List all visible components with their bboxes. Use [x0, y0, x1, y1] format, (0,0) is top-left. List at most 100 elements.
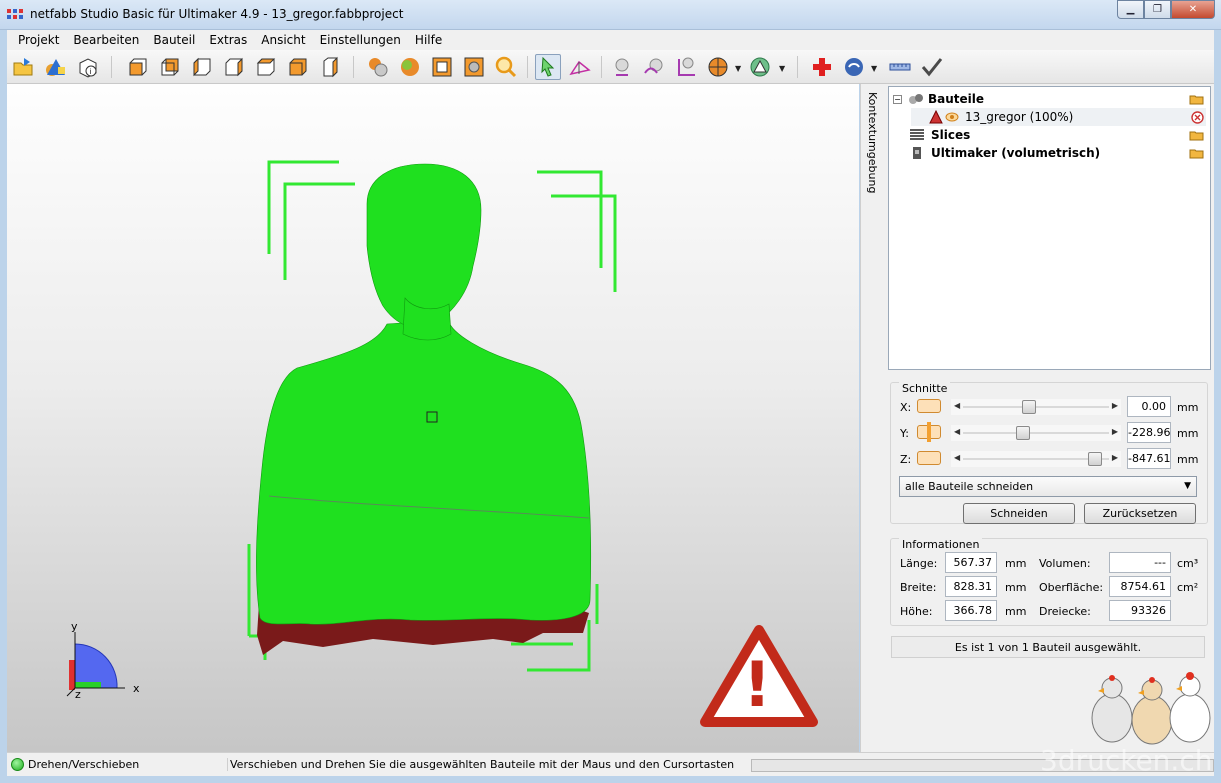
- open-machine-folder-icon[interactable]: [1189, 147, 1204, 159]
- title-bar: netfabb Studio Basic für Ultimaker 4.9 -…: [0, 0, 1221, 30]
- check-button[interactable]: [919, 54, 945, 80]
- menu-bar: Projekt Bearbeiten Bauteil Extras Ansich…: [7, 30, 1214, 50]
- maximize-button[interactable]: ❐: [1144, 0, 1171, 19]
- move-icon: [615, 58, 629, 76]
- menu-bauteil[interactable]: Bauteil: [146, 33, 202, 47]
- cut-x-slider[interactable]: ◀ ▶: [951, 399, 1121, 415]
- tree-item-machine[interactable]: Ultimaker (volumetrisch): [909, 144, 1100, 162]
- cut-button[interactable]: Schneiden: [963, 503, 1075, 524]
- cut-z-field[interactable]: -847.61: [1127, 448, 1171, 469]
- open-folder-icon[interactable]: [1189, 93, 1204, 105]
- select-arrow-button[interactable]: [535, 54, 561, 80]
- menu-projekt[interactable]: Projekt: [11, 33, 66, 47]
- parts-icon: [909, 94, 923, 104]
- chevron-down-icon: ▼: [1184, 481, 1191, 491]
- minimize-button[interactable]: ▁: [1117, 0, 1144, 19]
- tree-item-slices[interactable]: Slices: [909, 126, 970, 144]
- open-slices-folder-icon[interactable]: [1189, 129, 1204, 141]
- zoom-button[interactable]: [493, 54, 519, 80]
- render-wireframe-button[interactable]: [429, 54, 455, 80]
- tree-machine-label: Ultimaker (volumetrisch): [931, 146, 1101, 160]
- view-left-button[interactable]: [189, 54, 215, 80]
- cut-x-label: X:: [900, 401, 912, 414]
- right-panel: − Bauteile 13_gregor (100%) Slices Ultim…: [886, 84, 1214, 752]
- visibility-eye-icon[interactable]: [945, 111, 959, 123]
- cut-y-field[interactable]: -228.96: [1127, 422, 1171, 443]
- cut-z-plane-icon[interactable]: [917, 451, 941, 465]
- view-bottom-button[interactable]: [285, 54, 311, 80]
- color-dropdown-caret[interactable]: ▼: [735, 64, 741, 73]
- 3d-viewport[interactable]: y x z !: [7, 84, 859, 752]
- color-icon: [708, 57, 728, 77]
- slider-thumb[interactable]: [1088, 452, 1103, 466]
- close-button[interactable]: ✕: [1171, 0, 1215, 19]
- cut-z-slider[interactable]: ◀ ▶: [951, 451, 1121, 467]
- slider-left-arrow[interactable]: ◀: [954, 427, 960, 436]
- menu-hilfe[interactable]: Hilfe: [408, 33, 449, 47]
- surface-label: Oberfläche:: [1039, 581, 1104, 594]
- view-right-icon: [225, 57, 243, 77]
- netfabb-logo-icon: [7, 9, 23, 19]
- height-unit: mm: [1005, 605, 1027, 618]
- toolbar-separator: [527, 56, 528, 78]
- slider-thumb[interactable]: [1015, 426, 1030, 440]
- context-side-tab[interactable]: Kontextumgebung: [860, 84, 886, 752]
- render-solid-button[interactable]: [397, 54, 423, 80]
- information-group: Informationen Länge: 567.37 mm Breite: 8…: [890, 538, 1208, 626]
- maximize-icon: ❐: [1153, 4, 1162, 15]
- menu-ansicht[interactable]: Ansicht: [254, 33, 312, 47]
- repair-cross-icon: [813, 58, 831, 76]
- zoom-icon: [495, 56, 517, 78]
- view-back-button[interactable]: [157, 54, 183, 80]
- length-field: 567.37: [945, 552, 997, 573]
- view-front-button[interactable]: [125, 54, 151, 80]
- ruler-button[interactable]: [887, 54, 913, 80]
- shell-button[interactable]: [841, 54, 867, 80]
- reset-button[interactable]: Zurücksetzen: [1084, 503, 1196, 524]
- add-part-button[interactable]: [43, 54, 69, 80]
- length-label: Länge:: [900, 557, 938, 570]
- render-spheres-button[interactable]: [365, 54, 391, 80]
- measure-plane-button[interactable]: [567, 54, 593, 80]
- cut-x-plane-icon[interactable]: [917, 399, 941, 413]
- view-right-button[interactable]: [221, 54, 247, 80]
- tree-item-part[interactable]: 13_gregor (100%): [911, 108, 1206, 126]
- render-cube-button[interactable]: [461, 54, 487, 80]
- collapse-icon[interactable]: −: [893, 94, 902, 104]
- remove-part-icon[interactable]: [1191, 111, 1204, 124]
- menu-einstellungen[interactable]: Einstellungen: [313, 33, 408, 47]
- view-top-icon: [256, 58, 276, 76]
- cut-y-plane-icon[interactable]: [917, 422, 941, 442]
- color-button[interactable]: [705, 54, 731, 80]
- repair-warning-button[interactable]: [747, 54, 773, 80]
- part-info-button[interactable]: i: [75, 54, 101, 80]
- view-perspective-button[interactable]: [317, 54, 343, 80]
- slider-thumb[interactable]: [1022, 400, 1037, 414]
- cut-y-slider[interactable]: ◀ ▶: [951, 425, 1121, 441]
- side-tab-label: Kontextumgebung: [866, 92, 879, 194]
- menu-extras[interactable]: Extras: [202, 33, 254, 47]
- cut-x-unit: mm: [1177, 401, 1199, 414]
- shell-dropdown-caret[interactable]: ▼: [871, 64, 877, 73]
- open-project-button[interactable]: [11, 54, 37, 80]
- render-spheres-icon: [369, 58, 388, 77]
- repair-cross-button[interactable]: [809, 54, 835, 80]
- slider-left-arrow[interactable]: ◀: [954, 453, 960, 462]
- cut-mode-select[interactable]: alle Bauteile schneiden ▼: [899, 476, 1197, 497]
- view-top-button[interactable]: [253, 54, 279, 80]
- information-title: Informationen: [899, 538, 983, 551]
- width-unit: mm: [1005, 581, 1027, 594]
- watermark: 3drucken.ch: [1040, 744, 1213, 777]
- slider-right-arrow[interactable]: ▶: [1112, 427, 1118, 436]
- repair-dropdown-caret[interactable]: ▼: [779, 64, 785, 73]
- scale-button[interactable]: [673, 54, 699, 80]
- move-button[interactable]: [609, 54, 635, 80]
- menu-bearbeiten[interactable]: Bearbeiten: [66, 33, 146, 47]
- tree-root-bauteile[interactable]: − Bauteile: [893, 90, 984, 108]
- slider-left-arrow[interactable]: ◀: [954, 401, 960, 410]
- rotate-button[interactable]: [641, 54, 667, 80]
- cut-x-field[interactable]: 0.00: [1127, 396, 1171, 417]
- slider-right-arrow[interactable]: ▶: [1112, 453, 1118, 462]
- warning-exclamation: !: [743, 648, 772, 721]
- slider-right-arrow[interactable]: ▶: [1112, 401, 1118, 410]
